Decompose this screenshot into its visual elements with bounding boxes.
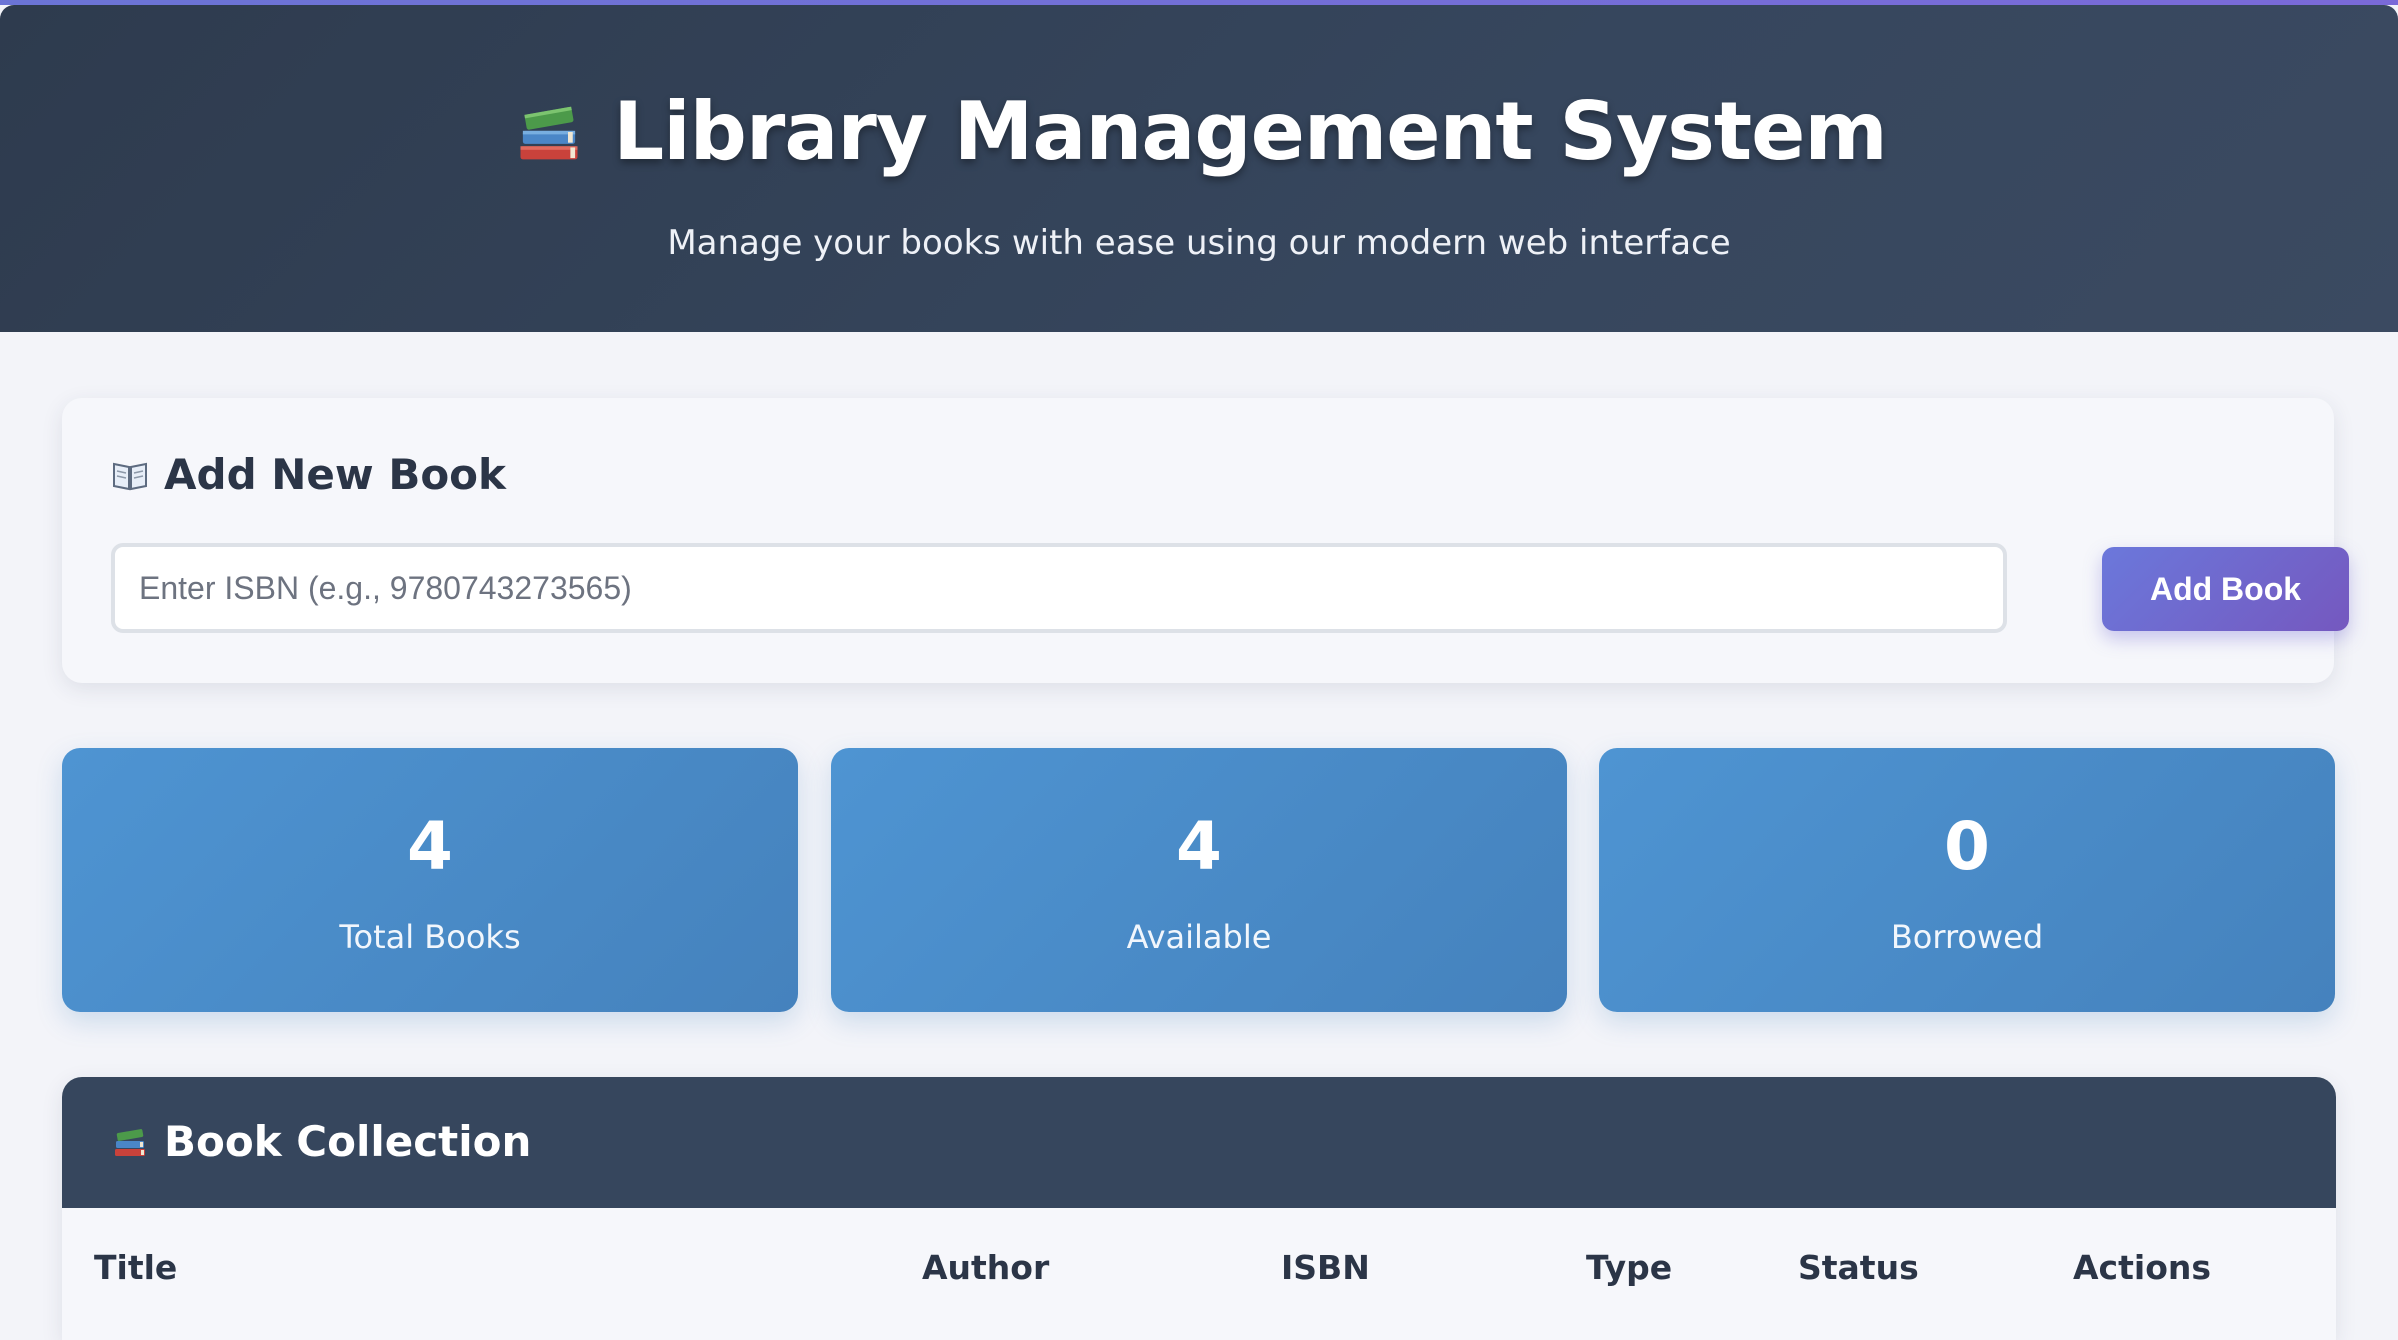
header-title-row: Library Management System [0, 85, 2398, 178]
add-book-heading-text: Add New Book [164, 450, 506, 499]
stat-label: Available [1126, 918, 1272, 956]
column-header-isbn[interactable]: ISBN [1281, 1248, 1370, 1287]
book-collection-panel: Book Collection Title Author ISBN Type S… [62, 1077, 2336, 1340]
stat-card-total: 4 Total Books [62, 748, 798, 1012]
add-book-panel: Add New Book Add Book [62, 398, 2349, 683]
stat-value: 0 [1944, 808, 1990, 885]
collection-heading-text: Book Collection [164, 1117, 532, 1166]
column-header-type[interactable]: Type [1586, 1248, 1672, 1287]
books-icon [520, 106, 578, 159]
stat-label: Borrowed [1890, 918, 2044, 956]
stat-value: 4 [407, 808, 453, 885]
page-subtitle: Manage your books with ease using our mo… [667, 223, 1731, 263]
add-book-button[interactable]: Add Book [2102, 547, 2349, 631]
add-book-heading: Add New Book [110, 450, 506, 499]
table-header-row: Title Author ISBN Type Status Actions [62, 1208, 2336, 1340]
stat-value: 4 [1176, 808, 1222, 885]
column-header-actions: Actions [2073, 1248, 2211, 1287]
isbn-input[interactable] [111, 543, 2007, 633]
page-title: Library Management System [613, 85, 1888, 178]
collection-heading: Book Collection [110, 1117, 531, 1166]
stat-card-available: 4 Available [831, 748, 1567, 1012]
column-header-author[interactable]: Author [922, 1248, 1049, 1287]
collection-header: Book Collection [62, 1077, 2336, 1208]
column-header-title[interactable]: Title [94, 1248, 177, 1287]
stat-card-borrowed: 0 Borrowed [1599, 748, 2335, 1012]
stat-label: Total Books [339, 918, 521, 956]
column-header-status[interactable]: Status [1798, 1248, 1919, 1287]
books-icon [115, 1128, 145, 1156]
page-header: Library Management System Manage your bo… [0, 5, 2398, 332]
open-book-icon [113, 462, 147, 490]
